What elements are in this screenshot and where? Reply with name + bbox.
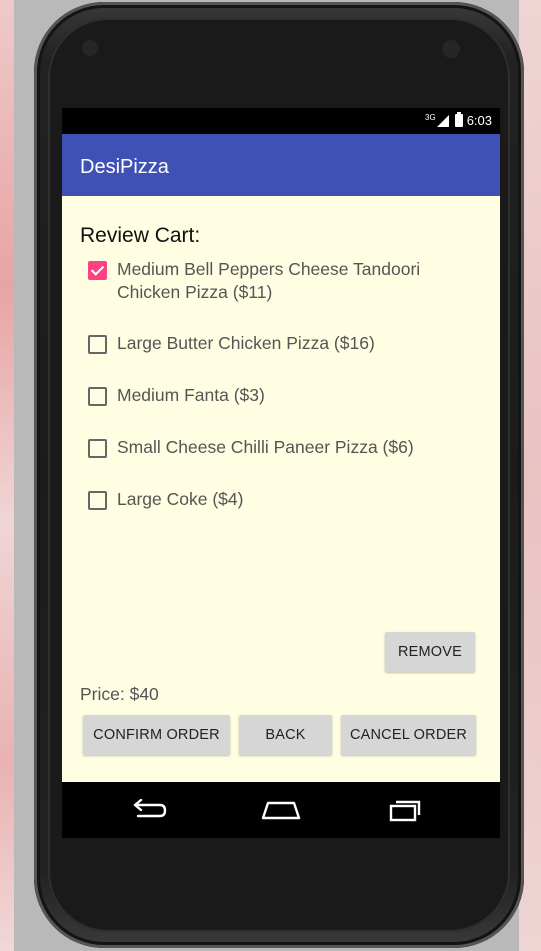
app-bar: DesiPizza [62, 134, 500, 196]
back-arrow-icon[interactable] [130, 799, 168, 821]
back-button[interactable]: BACK [239, 715, 332, 755]
checkbox-icon[interactable] [88, 439, 107, 458]
home-icon[interactable] [260, 799, 302, 821]
remove-button[interactable]: REMOVE [385, 632, 475, 672]
status-time: 6:03 [466, 113, 492, 128]
status-icons: 3G 6:03 [425, 112, 492, 128]
cart-item-label: Large Coke ($4) [117, 489, 244, 509]
sensor-dot [82, 40, 98, 56]
cart-item-4[interactable]: Small Cheese Chilli Paneer Pizza ($6) [88, 436, 488, 459]
cart-item-label: Small Cheese Chilli Paneer Pizza ($6) [117, 437, 414, 457]
app-title: DesiPizza [80, 156, 169, 178]
cart-item-label: Large Butter Chicken Pizza ($16) [117, 333, 375, 353]
cart-item-label: Medium Fanta ($3) [117, 385, 265, 405]
cart-item-1[interactable]: Medium Bell Peppers Cheese Tandoori Chic… [88, 258, 488, 304]
checkbox-icon[interactable] [88, 491, 107, 510]
cart-item-5[interactable]: Large Coke ($4) [88, 488, 488, 511]
cart-item-3[interactable]: Medium Fanta ($3) [88, 384, 488, 407]
device-screen: 3G 6:03 DesiPizza Review Cart: Medium Be… [62, 108, 500, 838]
battery-icon [454, 112, 463, 127]
confirm-order-button[interactable]: CONFIRM ORDER [83, 715, 230, 755]
signal-icon [436, 114, 451, 127]
checkbox-icon[interactable] [88, 387, 107, 406]
recents-icon[interactable] [388, 799, 422, 823]
checkbox-checked-icon[interactable] [88, 261, 107, 280]
cart-item-2[interactable]: Large Butter Chicken Pizza ($16) [88, 332, 488, 355]
network-type: 3G [425, 113, 436, 122]
cart-item-label: Medium Bell Peppers Cheese Tandoori Chic… [117, 259, 421, 302]
status-bar: 3G 6:03 [62, 108, 500, 134]
price-text: Price: $40 [80, 684, 159, 704]
checkbox-icon[interactable] [88, 335, 107, 354]
cancel-order-button[interactable]: CANCEL ORDER [341, 715, 476, 755]
background-left [0, 0, 14, 951]
camera-dot [442, 40, 460, 58]
review-cart-heading: Review Cart: [80, 224, 201, 247]
navigation-bar [62, 782, 500, 838]
